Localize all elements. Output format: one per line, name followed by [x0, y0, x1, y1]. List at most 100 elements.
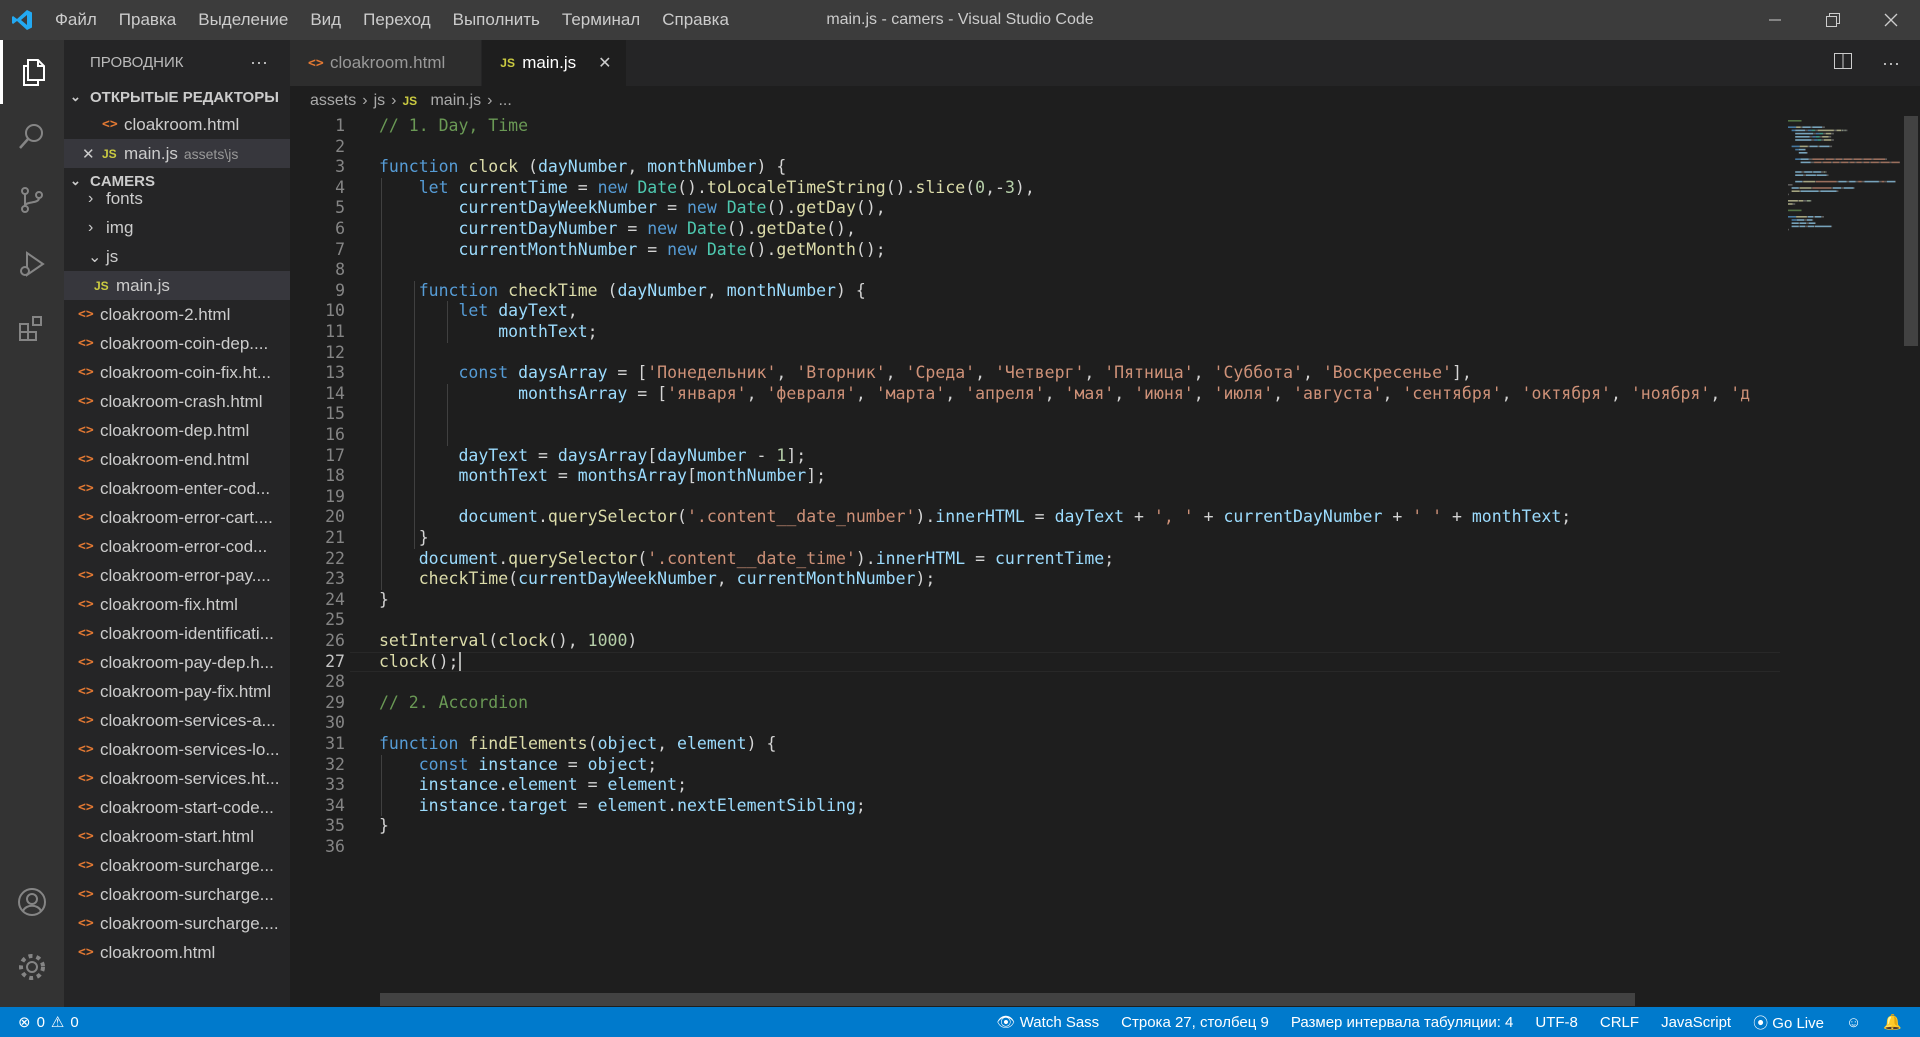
end-of-line[interactable]: CRLF — [1600, 1014, 1639, 1031]
html-file-icon: <> — [78, 307, 94, 322]
breadcrumb-symbol[interactable]: ... — [498, 92, 511, 110]
file-item[interactable]: <> cloakroom.html — [64, 938, 290, 967]
line-number: 9 — [335, 280, 345, 300]
code-token: ], — [1451, 363, 1472, 383]
source-control-icon[interactable] — [0, 168, 64, 232]
file-item[interactable]: <> cloakroom-end.html — [64, 445, 290, 474]
code-token: ]; — [786, 445, 807, 465]
code-token: 'октября' — [1521, 383, 1611, 403]
account-icon[interactable] — [0, 870, 64, 934]
file-item[interactable]: <> cloakroom-enter-cod... — [64, 474, 290, 503]
code-token: ( — [518, 157, 538, 177]
warning-icon: ⚠ — [50, 1014, 65, 1031]
language-mode[interactable]: JavaScript — [1661, 1014, 1731, 1031]
search-icon[interactable] — [0, 104, 64, 168]
more-actions-icon[interactable]: ··· — [1882, 53, 1900, 74]
file-item[interactable]: <> cloakroom-pay-fix.html — [64, 677, 290, 706]
close-icon[interactable]: ✕ — [598, 53, 611, 73]
file-item[interactable]: <> cloakroom-error-cod... — [64, 532, 290, 561]
file-item[interactable]: <> cloakroom-start.html — [64, 822, 290, 851]
menu-run[interactable]: Выполнить — [442, 0, 551, 40]
code-editor[interactable]: 1// 1. Day, Time 2 3 function clock (dayNum… — [290, 116, 1780, 1007]
code-token: new — [686, 198, 727, 218]
open-editor-item[interactable]: ✕ JS main.js assets\js — [64, 139, 290, 168]
open-editors-section[interactable]: ⌄ ОТКРЫТЫЕ РЕДАКТОРЫ — [64, 84, 290, 110]
watch-sass-button[interactable]: 👁 Watch Sass — [996, 1013, 1099, 1031]
close-icon[interactable]: ✕ — [82, 145, 102, 163]
file-item[interactable]: <> cloakroom-dep.html — [64, 416, 290, 445]
minimap[interactable] — [1780, 116, 1913, 1007]
file-item[interactable]: <> cloakroom-coin-dep.... — [64, 329, 290, 358]
file-item[interactable]: <> cloakroom-surcharge.... — [64, 909, 290, 938]
code-token: = — [1024, 507, 1055, 527]
more-actions-icon[interactable]: ··· — [250, 52, 268, 73]
file-item[interactable]: <> cloakroom-services-a... — [64, 706, 290, 735]
file-name: cloakroom-end.html — [100, 449, 250, 469]
go-live-button[interactable]: ⦿ Go Live — [1753, 1012, 1824, 1033]
code-token: Date — [637, 177, 678, 197]
breadcrumb-js[interactable]: js — [374, 92, 386, 110]
file-item[interactable]: <> cloakroom-surcharge... — [64, 851, 290, 880]
menu-terminal[interactable]: Терминал — [551, 0, 651, 40]
file-name: cloakroom-pay-fix.html — [100, 681, 271, 701]
file-item[interactable]: <> cloakroom-error-cart.... — [64, 503, 290, 532]
file-item[interactable]: <> cloakroom-pay-dep.h... — [64, 648, 290, 677]
code-token: instance — [418, 795, 499, 815]
menu-selection[interactable]: Выделение — [187, 0, 299, 40]
run-debug-icon[interactable] — [0, 232, 64, 296]
code-token: // 2. Accordion — [379, 692, 529, 712]
minimize-button[interactable] — [1746, 0, 1804, 40]
open-editor-item[interactable]: <> cloakroom.html — [64, 110, 290, 139]
encoding[interactable]: UTF-8 — [1535, 1014, 1578, 1031]
files-icon[interactable] — [0, 40, 64, 104]
code-token: ; — [647, 754, 658, 774]
code-token: . — [498, 775, 509, 795]
menu-file[interactable]: Файл — [44, 0, 108, 40]
code-token: currentTime — [994, 548, 1105, 568]
minimap-line — [1831, 139, 1834, 141]
menu-help[interactable]: Справка — [651, 0, 740, 40]
tab-main-js[interactable]: JS main.js ✕ — [482, 40, 627, 86]
folder-item[interactable]: ⌄ js — [64, 242, 290, 271]
menu-go[interactable]: Переход — [352, 0, 442, 40]
folder-item[interactable]: › fonts — [64, 184, 290, 213]
indentation[interactable]: Размер интервала табуляции: 4 — [1291, 1014, 1514, 1031]
menu-edit[interactable]: Правка — [108, 0, 187, 40]
feedback-icon[interactable]: ☺ — [1846, 1014, 1861, 1031]
file-item[interactable]: <> cloakroom-crash.html — [64, 387, 290, 416]
file-item[interactable]: <> cloakroom-services-lo... — [64, 735, 290, 764]
split-editor-icon[interactable] — [1834, 52, 1853, 74]
file-item[interactable]: <> cloakroom-2.html — [64, 300, 290, 329]
breadcrumb-assets[interactable]: assets — [310, 92, 356, 110]
minimap-line — [1878, 161, 1881, 164]
extensions-icon[interactable] — [0, 296, 64, 360]
cursor-position[interactable]: Строка 27, столбец 9 — [1121, 1014, 1269, 1031]
restore-button[interactable] — [1804, 0, 1862, 40]
minimap-line — [1804, 171, 1813, 173]
minimap-line — [1821, 216, 1824, 218]
notifications-bell-icon[interactable]: 🔔 — [1883, 1013, 1902, 1031]
problems-indicator[interactable]: ⊗ 0 ⚠ 0 — [0, 1013, 79, 1032]
close-window-button[interactable] — [1862, 0, 1920, 40]
line-number: 23 — [325, 569, 345, 589]
settings-gear-icon[interactable] — [0, 935, 64, 999]
file-item[interactable]: <> cloakroom-start-code... — [64, 793, 290, 822]
menu-view[interactable]: Вид — [299, 0, 352, 40]
file-item[interactable]: <> cloakroom-services.ht... — [64, 764, 290, 793]
file-item[interactable]: <> cloakroom-fix.html — [64, 590, 290, 619]
file-name: main.js — [116, 275, 170, 295]
file-item[interactable]: JS main.js — [64, 271, 290, 300]
tab-cloakroom-html[interactable]: <> cloakroom.html — [290, 40, 483, 86]
breadcrumb-file[interactable]: main.js — [430, 92, 481, 110]
horizontal-scrollbar[interactable] — [380, 993, 1635, 1006]
file-item[interactable]: <> cloakroom-coin-fix.ht... — [64, 358, 290, 387]
code-token: 'ноября' — [1630, 383, 1711, 403]
file-item[interactable]: <> cloakroom-error-pay.... — [64, 561, 290, 590]
file-item[interactable]: <> cloakroom-surcharge... — [64, 880, 290, 909]
folder-item[interactable]: › img — [64, 213, 290, 242]
file-item[interactable]: <> cloakroom-identificati... — [64, 619, 290, 648]
code-token: , — [627, 157, 648, 177]
vertical-scrollbar[interactable] — [1902, 116, 1920, 1007]
